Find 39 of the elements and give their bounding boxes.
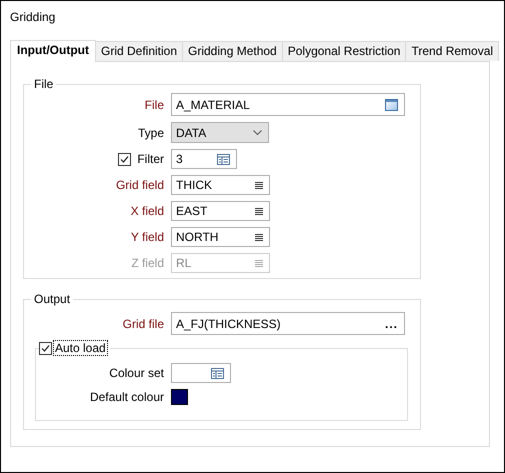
table-icon: [211, 368, 224, 378]
field-label: X field: [130, 204, 164, 218]
group-title: Output: [33, 292, 72, 306]
field-label: Grid field: [116, 178, 164, 192]
field-label: Default colour: [90, 390, 164, 404]
chevron-icon: [253, 130, 262, 135]
field-label: Grid file: [122, 316, 164, 330]
checkbox[interactable]: [39, 342, 52, 354]
list-icon: [255, 260, 263, 266]
colour-set-field[interactable]: [171, 363, 231, 383]
window-icon: [385, 98, 398, 110]
grid-file-field[interactable]: A_FJ(THICKNESS) ...: [171, 312, 405, 335]
tab[interactable]: Polygonal Restriction: [282, 41, 406, 61]
field-label: File: [144, 98, 164, 112]
field-label: Colour set: [109, 366, 164, 380]
filter-field[interactable]: 3: [171, 149, 237, 169]
colour-swatch[interactable]: [171, 389, 188, 405]
field-label: Y field: [130, 230, 164, 244]
list-icon: [255, 234, 263, 240]
checkbox-label[interactable]: Auto load: [54, 341, 107, 355]
list-icon: [255, 182, 263, 188]
tab[interactable]: Input/Output: [10, 40, 96, 62]
tab[interactable]: Gridding Method: [182, 41, 283, 61]
browse-button[interactable]: ...: [384, 316, 398, 330]
field-label: Filter: [137, 152, 164, 166]
field-label: Type: [138, 126, 164, 140]
type-dropdown[interactable]: DATA: [171, 122, 269, 143]
tab[interactable]: Grid Definition: [94, 41, 184, 61]
window-title: Gridding: [9, 9, 56, 26]
checkbox[interactable]: [118, 152, 132, 166]
field-label: Z field: [131, 256, 164, 270]
file-field[interactable]: A_MATERIAL: [171, 93, 405, 116]
group-title: File: [33, 77, 54, 91]
list-icon: [255, 208, 263, 214]
field-selector[interactable]: EAST: [171, 201, 270, 221]
table-icon: [217, 154, 230, 164]
field-selector[interactable]: NORTH: [171, 227, 270, 247]
tab[interactable]: Trend Removal: [405, 41, 500, 61]
field-selector[interactable]: THICK: [171, 175, 270, 195]
